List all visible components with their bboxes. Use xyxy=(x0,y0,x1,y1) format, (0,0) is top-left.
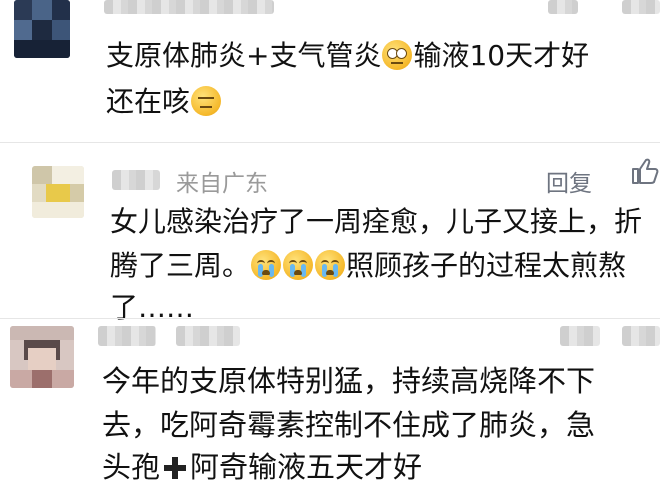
meta-blurred xyxy=(176,326,240,346)
comment-2: 来自广东 回复 女儿感染治疗了一周痊愈，儿子又接上，折 腾了三周。 照顾孩子的过程… xyxy=(0,142,660,324)
avatar[interactable] xyxy=(32,166,84,218)
meta-blurred xyxy=(622,0,660,14)
comment-line: 头孢 阿奇输液五天才好 xyxy=(102,450,423,484)
expressionless-emoji xyxy=(191,86,222,116)
crying-emoji xyxy=(251,250,282,280)
comment-line: 去，吃阿奇霉素控制不住成了肺炎，急 xyxy=(102,408,596,442)
avatar[interactable] xyxy=(10,326,74,388)
comment-line: 还在咳 xyxy=(106,80,222,120)
thumbs-up-icon[interactable] xyxy=(630,156,660,186)
username-blurred xyxy=(104,0,274,14)
crying-emoji xyxy=(283,250,314,280)
meta-blurred xyxy=(560,326,600,346)
comment-line: 女儿感染治疗了一周痊愈，儿子又接上，折 xyxy=(110,205,643,238)
meta-blurred xyxy=(548,0,578,14)
reply-button[interactable]: 回复 xyxy=(546,164,592,198)
comment-line: 支原体肺炎+支气管炎 输液10天才好 xyxy=(106,39,590,72)
comment-3: 今年的支原体特别猛，持续高烧降不下 去，吃阿奇霉素控制不住成了肺炎，急 头孢 阿奇… xyxy=(0,318,660,486)
location-label: 来自广东 xyxy=(176,171,268,197)
username-blurred xyxy=(112,170,160,190)
comment-1: 支原体肺炎+支气管炎 输液10天才好 还在咳 xyxy=(0,0,660,142)
username-blurred xyxy=(98,326,156,346)
comment-line: 今年的支原体特别猛，持续高烧降不下 xyxy=(102,364,596,398)
avatar[interactable] xyxy=(14,0,70,58)
eye-roll-emoji xyxy=(382,40,413,70)
comment-line: 腾了三周。 照顾孩子的过程太煎熬 xyxy=(110,249,627,282)
meta-blurred xyxy=(622,326,660,346)
crying-emoji xyxy=(315,250,346,280)
heavy-plus-icon xyxy=(164,457,187,479)
